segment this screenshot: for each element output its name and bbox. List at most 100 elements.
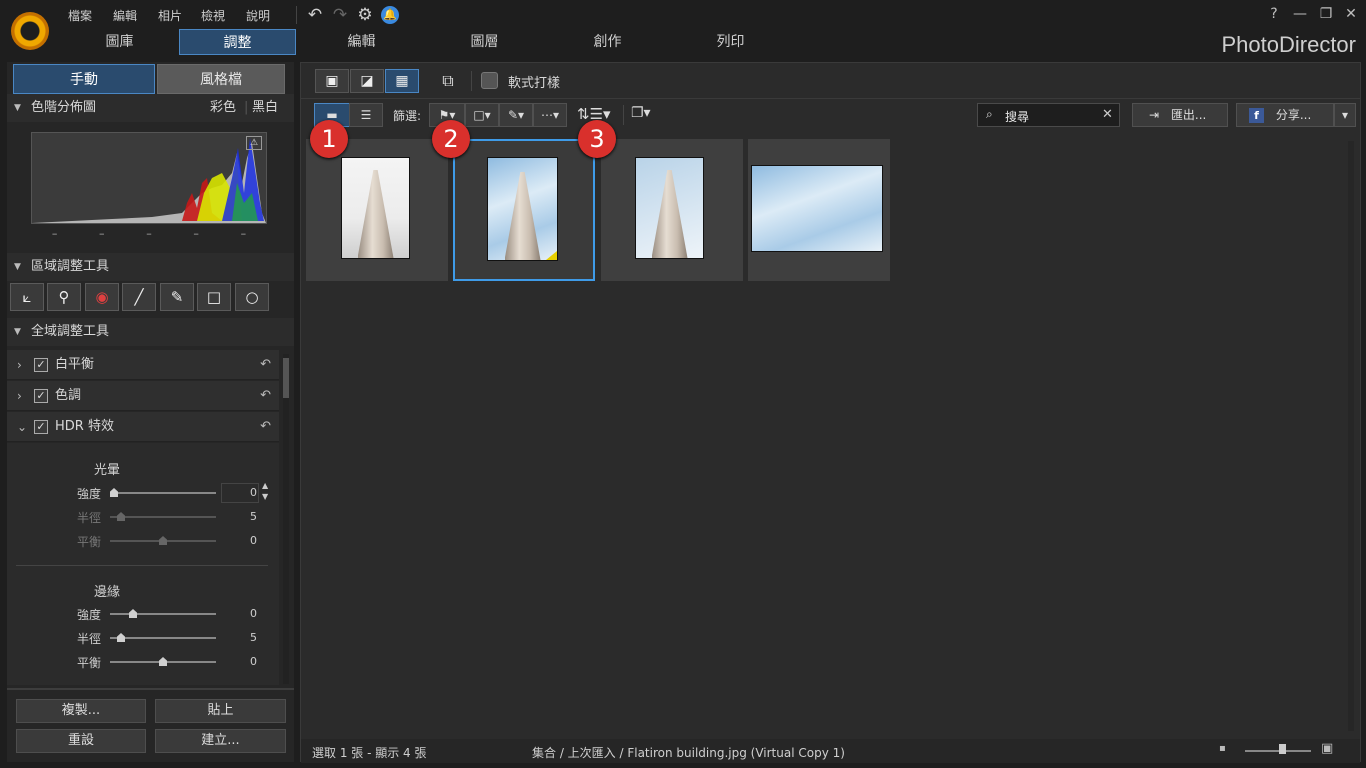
glow-strength-thumb[interactable]: [110, 488, 118, 497]
chevron-down-icon[interactable]: ⌄: [17, 412, 27, 442]
tab-manual[interactable]: 手動: [13, 64, 155, 94]
search-input[interactable]: 搜尋: [1005, 108, 1029, 125]
create-preset-button[interactable]: 建立...: [155, 729, 286, 753]
close-button[interactable]: ✕: [1340, 4, 1362, 24]
copy-settings-button[interactable]: 複製...: [16, 699, 146, 723]
histogram-bw-toggle[interactable]: 黑白: [252, 94, 278, 122]
glow-balance-thumb[interactable]: [159, 536, 167, 545]
undo-icon[interactable]: ↶: [304, 4, 326, 26]
enable-checkbox[interactable]: ✓: [34, 358, 48, 372]
stack-dropdown-icon[interactable]: ❐▾: [631, 105, 657, 127]
tab-create[interactable]: 創作: [549, 29, 666, 55]
chevron-right-icon[interactable]: ›: [17, 350, 22, 380]
edge-balance-thumb[interactable]: [159, 657, 167, 666]
reset-button[interactable]: 重設: [16, 729, 146, 753]
search-box[interactable]: ⌕ 搜尋 ✕: [977, 103, 1120, 127]
settings-gear-icon[interactable]: ⚙: [354, 4, 376, 26]
thumbnail-size-slider[interactable]: [1245, 750, 1311, 752]
panel-scrollbar[interactable]: [283, 354, 289, 684]
small-thumb-icon[interactable]: ▪: [1219, 743, 1226, 754]
softproof-checkbox[interactable]: [481, 72, 498, 89]
glow-radius-slider[interactable]: [110, 516, 216, 518]
histogram-readouts: – – – – –: [31, 227, 267, 243]
thumbnail-image: [635, 157, 704, 259]
glow-title: 光暈: [94, 463, 121, 478]
radial-filter-tool-icon[interactable]: ○: [235, 283, 269, 311]
menu-file[interactable]: 檔案: [68, 7, 92, 24]
help-button[interactable]: ?: [1263, 4, 1285, 24]
list-view-icon[interactable]: ☰: [349, 103, 383, 127]
edit-filter-dropdown-icon[interactable]: ✎▾: [499, 103, 533, 127]
spot-removal-tool-icon[interactable]: ⚲: [47, 283, 81, 311]
spin-down-icon[interactable]: ▼: [262, 492, 268, 501]
red-eye-tool-icon[interactable]: ◉: [85, 283, 119, 311]
photo-thumbnail[interactable]: [306, 139, 448, 281]
spin-up-icon[interactable]: ▲: [262, 481, 268, 490]
adjust-hdr-effect[interactable]: ⌄ ✓ HDR 特效 ↶: [7, 412, 279, 442]
photo-thumbnail[interactable]: [601, 139, 743, 281]
menu-photo[interactable]: 相片: [158, 7, 182, 24]
scrollbar-thumb[interactable]: [283, 358, 289, 398]
tab-library[interactable]: 圖庫: [61, 29, 178, 55]
more-filter-dropdown-icon[interactable]: ⋯▾: [533, 103, 567, 127]
histogram-header[interactable]: ▼ 色階分佈圖 彩色 | 黑白: [7, 94, 294, 122]
photo-thumbnail-selected[interactable]: [453, 139, 595, 281]
minimize-button[interactable]: —: [1289, 4, 1311, 24]
share-dropdown-icon[interactable]: ▾: [1334, 103, 1356, 127]
tab-print[interactable]: 列印: [672, 29, 789, 55]
menu-edit[interactable]: 編輯: [113, 7, 137, 24]
tab-layers[interactable]: 圖層: [426, 29, 543, 55]
edge-radius-slider[interactable]: [110, 637, 216, 639]
share-button[interactable]: f 分享...: [1236, 103, 1334, 127]
edge-strength-thumb[interactable]: [129, 609, 137, 618]
export-button[interactable]: ⇥ 匯出...: [1132, 103, 1228, 127]
view-single-icon[interactable]: ▣: [315, 69, 349, 93]
clear-search-icon[interactable]: ✕: [1102, 107, 1113, 122]
crop-tool-icon[interactable]: ⟀: [10, 283, 44, 311]
reset-undo-icon[interactable]: ↶: [260, 381, 271, 411]
menu-view[interactable]: 檢視: [201, 7, 225, 24]
grid-scrollbar[interactable]: [1348, 141, 1354, 731]
tab-adjust[interactable]: 調整: [179, 29, 296, 55]
clipping-warning-icon[interactable]: ⚠: [246, 136, 262, 150]
view-grid-icon[interactable]: ▦: [385, 69, 419, 93]
tab-edit[interactable]: 編輯: [303, 29, 420, 55]
thumbnail-size-thumb[interactable]: [1279, 744, 1286, 754]
brush-tool-icon[interactable]: ╱: [122, 283, 156, 311]
facebook-icon: f: [1249, 108, 1264, 123]
photo-thumbnail[interactable]: [748, 139, 890, 281]
tab-presets[interactable]: 風格檔: [157, 64, 285, 94]
chevron-right-icon[interactable]: ›: [17, 381, 22, 411]
slider-label: 半徑: [76, 511, 101, 525]
global-tools-header[interactable]: ▼ 全域調整工具: [7, 318, 294, 346]
slider-value: 5: [250, 510, 257, 523]
paste-settings-button[interactable]: 貼上: [155, 699, 286, 723]
readout: –: [99, 227, 105, 240]
reset-undo-icon[interactable]: ↶: [260, 350, 271, 380]
glow-radius-thumb[interactable]: [117, 512, 125, 521]
reset-undo-icon[interactable]: ↶: [260, 412, 271, 442]
graduated-filter-tool-icon[interactable]: □: [197, 283, 231, 311]
adjust-panel: 手動 風格檔 ▼ 色階分佈圖 彩色 | 黑白 ⚠ – – – – – ▼ 區域調…: [7, 62, 294, 762]
redo-icon[interactable]: ↷: [329, 4, 351, 26]
slider-value: 0: [250, 607, 257, 620]
view-compare-icon[interactable]: ◪: [350, 69, 384, 93]
adjust-tone[interactable]: › ✓ 色調 ↶: [7, 381, 279, 411]
menu-help[interactable]: 說明: [246, 7, 270, 24]
glow-strength-slider[interactable]: [110, 492, 216, 494]
adjust-white-balance[interactable]: › ✓ 白平衡 ↶: [7, 350, 279, 380]
notification-bell-icon[interactable]: 🔔: [381, 6, 399, 24]
second-display-icon[interactable]: ⧉: [436, 71, 460, 91]
histogram-color-toggle[interactable]: 彩色: [210, 94, 236, 122]
enable-checkbox[interactable]: ✓: [34, 389, 48, 403]
color-label-filter-dropdown-icon[interactable]: □▾: [465, 103, 499, 127]
edge-strength-slider[interactable]: [110, 613, 216, 615]
regional-tools-header[interactable]: ▼ 區域調整工具: [7, 253, 294, 281]
restore-button[interactable]: ❐: [1315, 4, 1337, 24]
eraser-brush-tool-icon[interactable]: ✎: [160, 283, 194, 311]
panel-divider: [7, 688, 294, 690]
large-thumb-icon[interactable]: ▣: [1321, 741, 1333, 756]
enable-checkbox[interactable]: ✓: [34, 420, 48, 434]
divider: |: [244, 100, 249, 115]
edge-radius-thumb[interactable]: [117, 633, 125, 642]
